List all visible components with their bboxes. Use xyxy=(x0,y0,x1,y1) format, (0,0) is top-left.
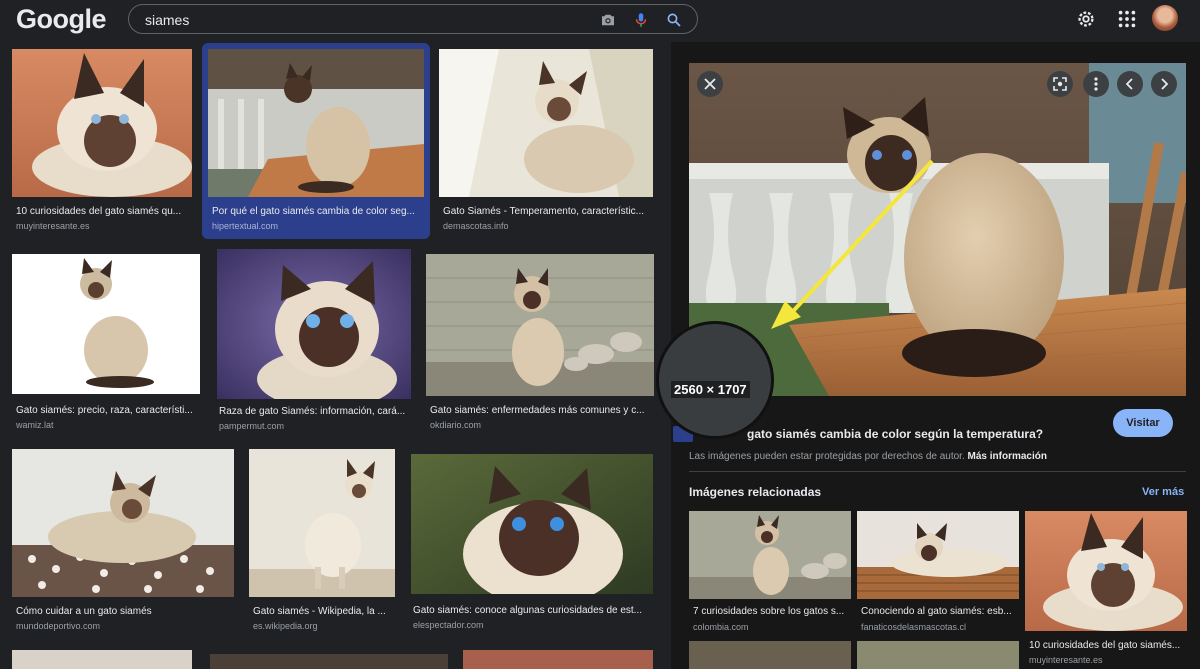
divider xyxy=(689,471,1186,472)
result-thumbnail[interactable] xyxy=(411,454,653,594)
result-title[interactable]: Por qué el gato siamés cambia de color s… xyxy=(212,206,422,217)
mic-icon[interactable] xyxy=(632,11,650,29)
result-tile[interactable]: Gato siamés: conoce algunas curiosidades… xyxy=(409,454,654,639)
result-thumbnail[interactable] xyxy=(426,254,654,396)
result-source: pampermut.com xyxy=(219,421,285,431)
close-button[interactable] xyxy=(697,71,723,97)
related-title[interactable]: Conociendo al gato siamés: esb... xyxy=(861,606,1017,617)
related-thumbnail[interactable] xyxy=(1025,511,1187,631)
result-title[interactable]: 10 curiosidades del gato siamés qu... xyxy=(16,206,188,217)
panel-title[interactable]: gato siamés cambia de color según la tem… xyxy=(747,427,1043,441)
copyright-note: Las imágenes pueden estar protegidas por… xyxy=(689,451,1047,462)
lens-icon xyxy=(1053,77,1067,91)
related-heading: Imágenes relacionadas xyxy=(689,485,822,499)
result-tile[interactable]: Gato siamés - Wikipedia, la ... es.wikip… xyxy=(249,449,395,639)
result-tile[interactable]: Raza de gato Siamés: información, cará..… xyxy=(215,249,413,434)
result-thumbnail[interactable] xyxy=(439,49,653,197)
more-options-button[interactable] xyxy=(1083,71,1109,97)
previous-button[interactable] xyxy=(1117,71,1143,97)
related-thumbnail[interactable] xyxy=(857,511,1019,599)
result-thumbnail[interactable] xyxy=(12,49,192,197)
result-thumbnail[interactable] xyxy=(12,650,192,669)
result-source: muyinteresante.es xyxy=(16,221,90,231)
dimensions-magnifier: 2560 × 1707 xyxy=(656,321,774,439)
more-vert-icon xyxy=(1094,77,1098,91)
related-source: fanaticosdelasmascotas.cl xyxy=(861,622,967,632)
result-source: elespectador.com xyxy=(413,620,484,630)
image-dimensions: 2560 × 1707 xyxy=(671,381,750,398)
result-tile[interactable]: Gato Siamés - Temperamento, característi… xyxy=(439,49,653,239)
gear-icon[interactable] xyxy=(1075,8,1097,30)
search-input[interactable] xyxy=(145,12,575,28)
result-title[interactable]: Gato Siamés - Temperamento, característi… xyxy=(443,206,651,217)
result-source: mundodeportivo.com xyxy=(16,621,101,631)
result-source: hipertextual.com xyxy=(212,221,279,231)
related-source: colombia.com xyxy=(693,622,749,632)
chevron-left-icon xyxy=(1126,78,1133,90)
result-tile[interactable]: 10 curiosidades del gato siamés qu... mu… xyxy=(12,49,192,239)
result-title[interactable]: Gato siamés: enfermedades más comunes y … xyxy=(430,405,652,416)
result-title[interactable]: Gato siamés: precio, raza, característi.… xyxy=(16,405,200,416)
search-bar xyxy=(128,4,698,34)
result-title[interactable]: Cómo cuidar a un gato siamés xyxy=(16,606,232,617)
chevron-right-icon xyxy=(1161,78,1168,90)
result-thumbnail[interactable] xyxy=(12,449,234,597)
copyright-text: Las imágenes pueden estar protegidas por… xyxy=(689,451,965,462)
camera-icon[interactable] xyxy=(599,11,617,29)
result-title[interactable]: Gato siamés - Wikipedia, la ... xyxy=(253,606,393,617)
related-thumbnail[interactable] xyxy=(689,511,851,599)
result-thumbnail[interactable] xyxy=(208,49,424,197)
result-tile[interactable]: Gato siamés: enfermedades más comunes y … xyxy=(426,254,654,434)
result-thumbnail[interactable] xyxy=(249,449,395,597)
close-icon xyxy=(704,78,716,90)
result-thumbnail[interactable] xyxy=(12,254,200,394)
result-source: demascotas.info xyxy=(443,221,509,231)
avatar[interactable] xyxy=(1152,5,1178,31)
apps-grid-icon[interactable] xyxy=(1116,8,1138,30)
related-tile[interactable]: 7 curiosidades sobre los gatos s... colo… xyxy=(689,511,851,636)
related-thumbnail[interactable] xyxy=(689,641,851,669)
related-title[interactable]: 10 curiosidades del gato siamés... xyxy=(1029,640,1185,651)
result-tile[interactable]: Gato siamés: precio, raza, característi.… xyxy=(12,254,202,434)
next-button[interactable] xyxy=(1151,71,1177,97)
result-thumbnail[interactable] xyxy=(217,249,411,399)
result-thumbnail[interactable] xyxy=(463,650,653,669)
related-source: muyinteresante.es xyxy=(1029,655,1103,665)
result-thumbnail[interactable] xyxy=(210,654,448,669)
more-info-link[interactable]: Más información xyxy=(968,451,1047,462)
related-tile[interactable]: 10 curiosidades del gato siamés... muyin… xyxy=(1025,511,1187,669)
result-source: okdiario.com xyxy=(430,420,482,430)
related-title[interactable]: 7 curiosidades sobre los gatos s... xyxy=(693,606,849,617)
result-tile[interactable]: Cómo cuidar a un gato siamés mundodeport… xyxy=(12,449,234,639)
result-source: wamiz.lat xyxy=(16,420,54,430)
result-title[interactable]: Raza de gato Siamés: información, cará..… xyxy=(219,406,411,417)
related-tile[interactable]: Conociendo al gato siamés: esb... fanati… xyxy=(857,511,1019,636)
google-logo[interactable]: Google xyxy=(16,4,107,35)
see-more-link[interactable]: Ver más xyxy=(1142,486,1184,498)
search-icon[interactable] xyxy=(665,11,683,29)
lens-button[interactable] xyxy=(1047,71,1073,97)
related-thumbnail[interactable] xyxy=(857,641,1019,669)
result-source: es.wikipedia.org xyxy=(253,621,318,631)
result-title[interactable]: Gato siamés: conoce algunas curiosidades… xyxy=(413,605,651,616)
visit-button[interactable]: Visitar xyxy=(1113,409,1173,437)
result-tile-selected[interactable]: Por qué el gato siamés cambia de color s… xyxy=(202,43,430,239)
